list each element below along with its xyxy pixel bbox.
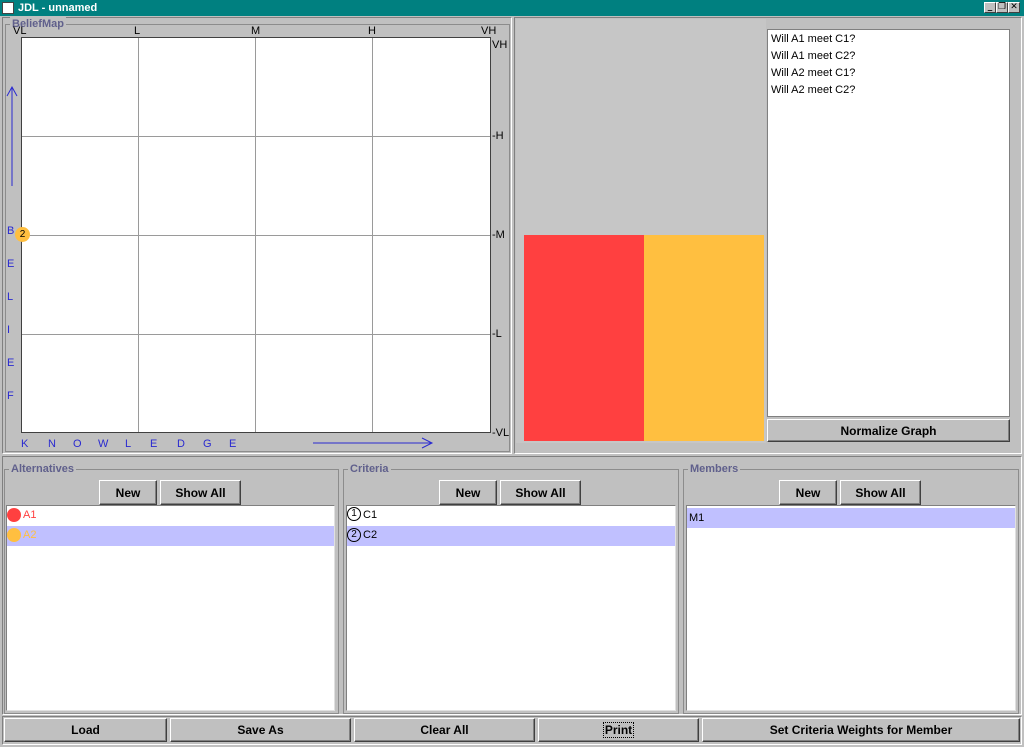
- belief-marker[interactable]: 2: [15, 227, 30, 242]
- list-item-criterion[interactable]: 1 C1: [347, 506, 675, 526]
- list-item-alternative[interactable]: A1: [7, 506, 334, 526]
- print-button-label: Print: [602, 722, 635, 738]
- criteria-title: Criteria: [348, 462, 391, 476]
- top-tick-m: M: [251, 25, 261, 37]
- normalize-graph-button[interactable]: Normalize Graph: [767, 419, 1010, 442]
- criterion-number-badge: 2: [347, 528, 361, 542]
- title-bar: JDL - unnamed _ ❐ ✕: [0, 0, 1024, 16]
- new-member-button[interactable]: New: [779, 480, 837, 505]
- print-button[interactable]: Print: [538, 718, 699, 742]
- criterion-label: C2: [363, 529, 378, 541]
- x-axis-letter: L: [125, 438, 132, 450]
- grid-line: [22, 136, 490, 137]
- criterion-label: C1: [363, 509, 378, 521]
- window-title: JDL - unnamed: [18, 2, 98, 14]
- members-title: Members: [688, 462, 741, 476]
- grid-line: [22, 334, 490, 335]
- right-tick-vh: VH: [492, 39, 508, 51]
- members-list[interactable]: M1: [686, 505, 1016, 711]
- alternative-color-dot: [7, 528, 21, 542]
- right-arrow-icon: [313, 437, 434, 449]
- alternative-label: A1: [23, 509, 37, 521]
- right-tick-l: -L: [492, 328, 502, 340]
- criterion-number-badge: 1: [347, 507, 361, 521]
- y-axis-letter: L: [7, 291, 14, 303]
- clear-all-button[interactable]: Clear All: [354, 718, 535, 742]
- top-tick-h: H: [368, 25, 376, 37]
- alternatives-list[interactable]: A1 A2: [6, 505, 335, 711]
- show-all-members-button[interactable]: Show All: [840, 480, 921, 505]
- y-axis-letter: F: [7, 390, 14, 402]
- question-item[interactable]: Will A2 meet C2?: [771, 83, 855, 97]
- member-label: M1: [689, 512, 705, 524]
- x-axis-letter: G: [203, 438, 212, 450]
- right-tick-h: -H: [492, 130, 504, 142]
- maximize-icon[interactable]: ❐: [996, 2, 1008, 13]
- top-tick-l: L: [134, 25, 141, 37]
- x-axis-letter: O: [73, 438, 82, 450]
- right-tick-m: -M: [492, 229, 505, 241]
- load-button[interactable]: Load: [4, 718, 167, 742]
- list-item-alternative[interactable]: A2: [7, 526, 334, 546]
- x-axis-letter: W: [98, 438, 109, 450]
- question-item[interactable]: Will A1 meet C2?: [771, 49, 855, 63]
- y-axis-letter: E: [7, 357, 15, 369]
- y-axis-letter: I: [7, 324, 11, 336]
- minimize-icon[interactable]: _: [984, 2, 996, 13]
- show-all-alternatives-button[interactable]: Show All: [160, 480, 241, 505]
- save-as-button[interactable]: Save As: [170, 718, 351, 742]
- top-tick-vl: VL: [13, 25, 27, 37]
- belief-map-grid[interactable]: [21, 37, 491, 433]
- list-item-criterion[interactable]: 2 C2: [347, 526, 675, 546]
- graph-bar-a1: [524, 235, 644, 441]
- up-arrow-icon: [6, 85, 18, 186]
- x-axis-letter: E: [150, 438, 158, 450]
- new-alternative-button[interactable]: New: [99, 480, 157, 505]
- x-axis-letter: K: [21, 438, 29, 450]
- java-app-icon: [2, 2, 14, 14]
- alternative-color-dot: [7, 508, 21, 522]
- belief-marker-label: 2: [19, 229, 26, 240]
- x-axis-letter: E: [229, 438, 237, 450]
- grid-line: [22, 235, 490, 236]
- right-tick-vl: -VL: [492, 427, 510, 439]
- show-all-criteria-button[interactable]: Show All: [500, 480, 581, 505]
- graph-bar-a2: [644, 235, 764, 441]
- criteria-list[interactable]: 1 C1 2 C2: [346, 505, 676, 711]
- question-item[interactable]: Will A1 meet C1?: [771, 32, 855, 46]
- y-axis-letter: E: [7, 258, 15, 270]
- list-item-member[interactable]: M1: [687, 508, 1015, 528]
- alternative-label: A2: [23, 529, 37, 541]
- close-icon[interactable]: ✕: [1008, 2, 1020, 13]
- alternatives-title: Alternatives: [9, 462, 76, 476]
- x-axis-letter: N: [48, 438, 56, 450]
- top-tick-vh: VH: [481, 25, 497, 37]
- new-criterion-button[interactable]: New: [439, 480, 497, 505]
- question-item[interactable]: Will A2 meet C1?: [771, 66, 855, 80]
- set-criteria-weights-button[interactable]: Set Criteria Weights for Member: [702, 718, 1020, 742]
- x-axis-letter: D: [177, 438, 185, 450]
- question-list[interactable]: Will A1 meet C1? Will A1 meet C2? Will A…: [767, 29, 1010, 417]
- y-axis-letter: B: [7, 225, 15, 237]
